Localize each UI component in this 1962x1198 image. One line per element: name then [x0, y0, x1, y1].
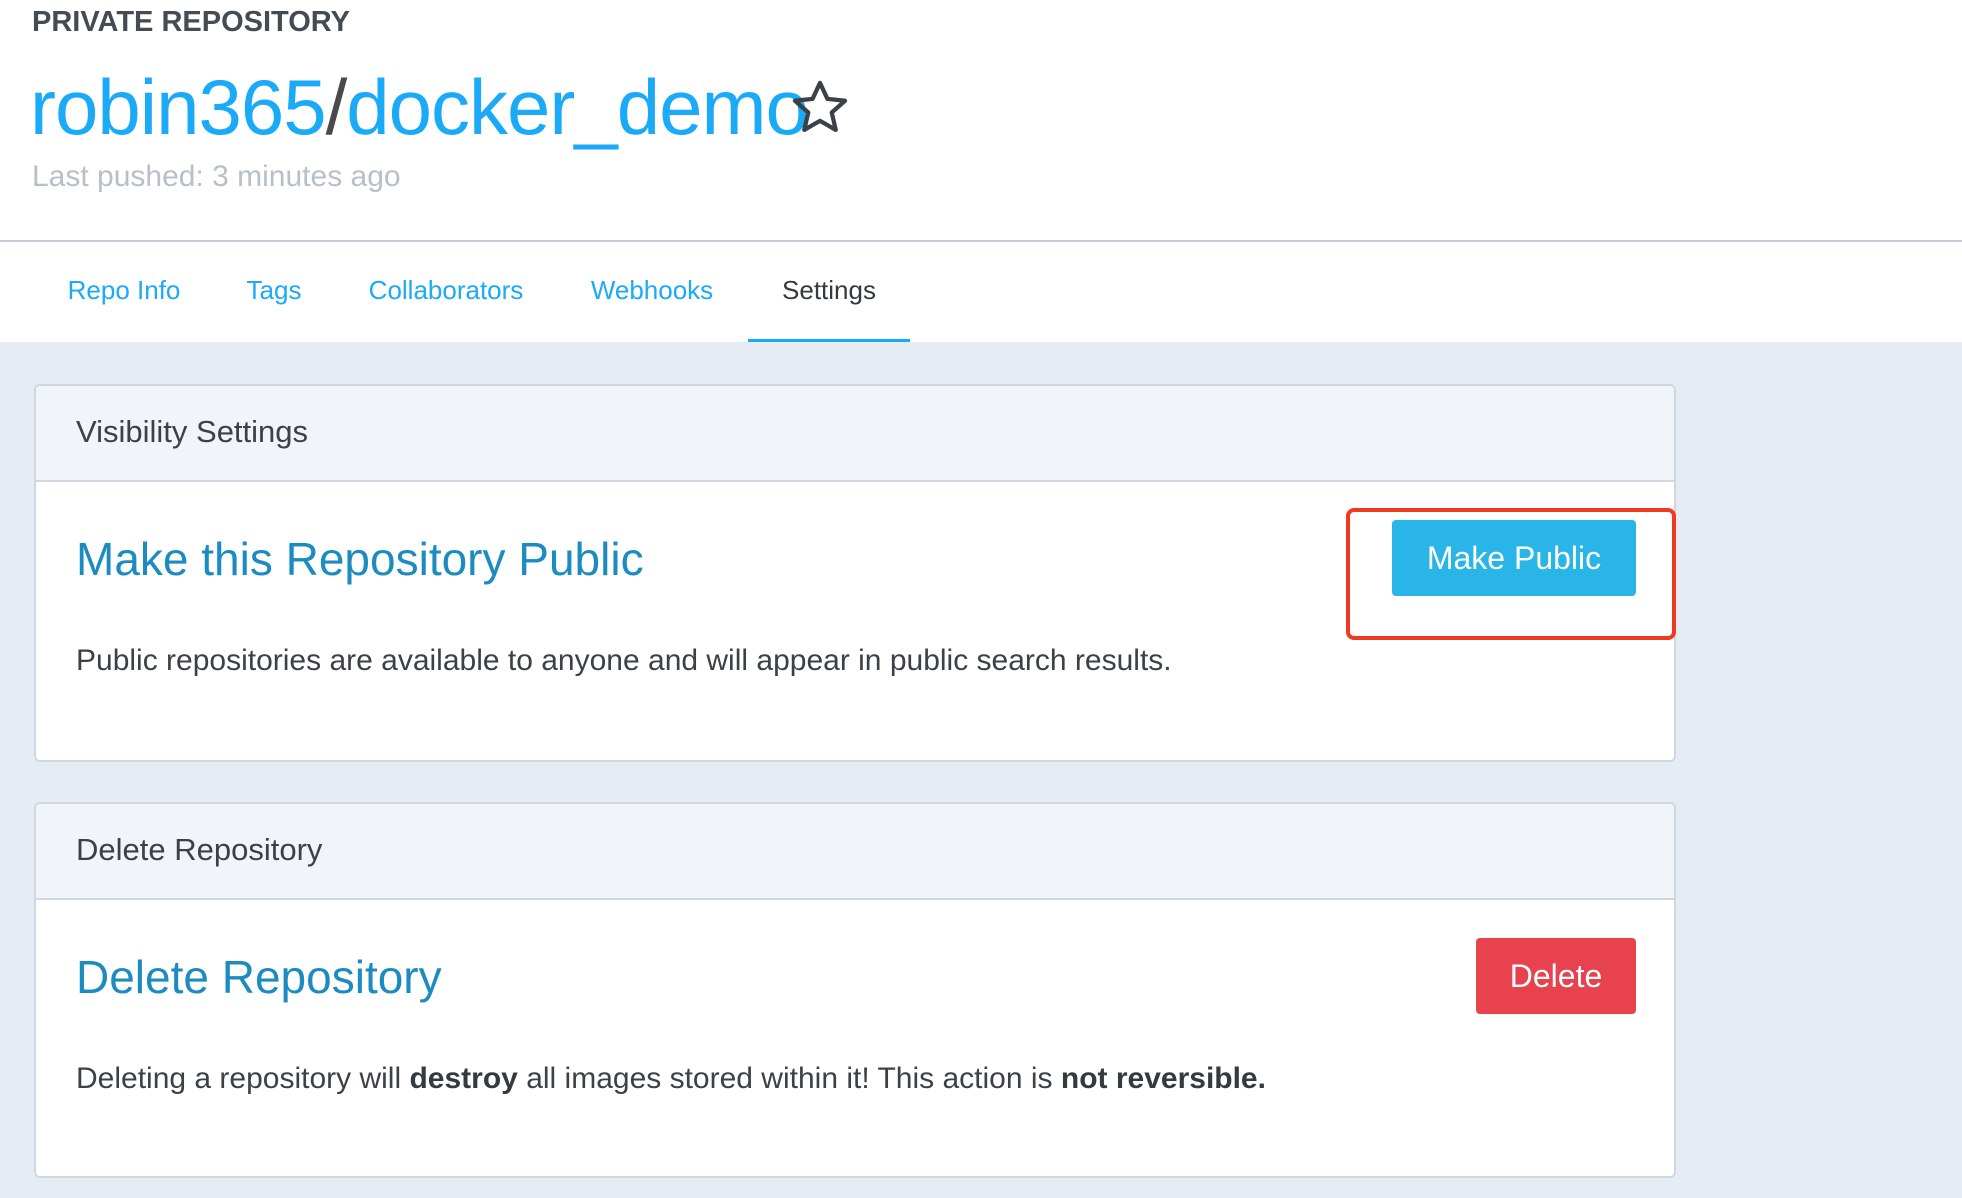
- visibility-settings-heading: Visibility Settings: [76, 414, 309, 449]
- delete-desc-emphasis-not-reversible: not reversible.: [1060, 1062, 1266, 1095]
- repo-path-separator: /: [325, 63, 348, 151]
- make-public-title: Make this Repository Public: [76, 533, 644, 585]
- repo-title: robin365/docker_demo: [30, 62, 809, 152]
- delete-repository-title: Delete Repository: [76, 951, 442, 1003]
- delete-desc-emphasis-destroy: destroy: [409, 1062, 518, 1095]
- card-header: Delete Repository: [36, 804, 1674, 900]
- delete-repository-heading: Delete Repository: [76, 832, 323, 867]
- repo-owner-link[interactable]: robin365: [30, 63, 327, 151]
- delete-desc-part-2: all images stored within it! This action…: [517, 1062, 1061, 1095]
- repo-name-link[interactable]: docker_demo: [346, 63, 809, 151]
- tab-webhooks[interactable]: Webhooks: [584, 242, 720, 342]
- tab-settings[interactable]: Settings: [748, 242, 910, 342]
- star-icon[interactable]: [786, 76, 854, 140]
- card-header: Visibility Settings: [36, 386, 1674, 482]
- delete-button[interactable]: Delete: [1476, 938, 1636, 1014]
- card-body: Delete Repository Delete Deleting a repo…: [36, 900, 1674, 1176]
- repo-tab-bar: Repo Info Tags Collaborators Webhooks Se…: [0, 242, 1962, 342]
- tab-repo-info[interactable]: Repo Info: [60, 242, 188, 342]
- delete-repository-card: Delete Repository Delete Repository Dele…: [34, 802, 1676, 1178]
- make-public-description: Public repositories are available to any…: [76, 644, 1172, 677]
- tab-tags[interactable]: Tags: [238, 242, 310, 342]
- delete-desc-part-1: Deleting a repository will: [76, 1062, 410, 1095]
- tab-collaborators[interactable]: Collaborators: [360, 242, 532, 342]
- delete-description: Deleting a repository will destroy all i…: [76, 1062, 1266, 1096]
- repo-header: PRIVATE REPOSITORY robin365/docker_demo …: [0, 0, 1962, 242]
- visibility-label: PRIVATE REPOSITORY: [32, 6, 350, 38]
- visibility-settings-card: Visibility Settings Make this Repository…: [34, 384, 1676, 762]
- make-public-button[interactable]: Make Public: [1392, 520, 1636, 596]
- last-pushed-text: Last pushed: 3 minutes ago: [32, 160, 401, 193]
- card-body: Make this Repository Public Make Public …: [36, 482, 1674, 760]
